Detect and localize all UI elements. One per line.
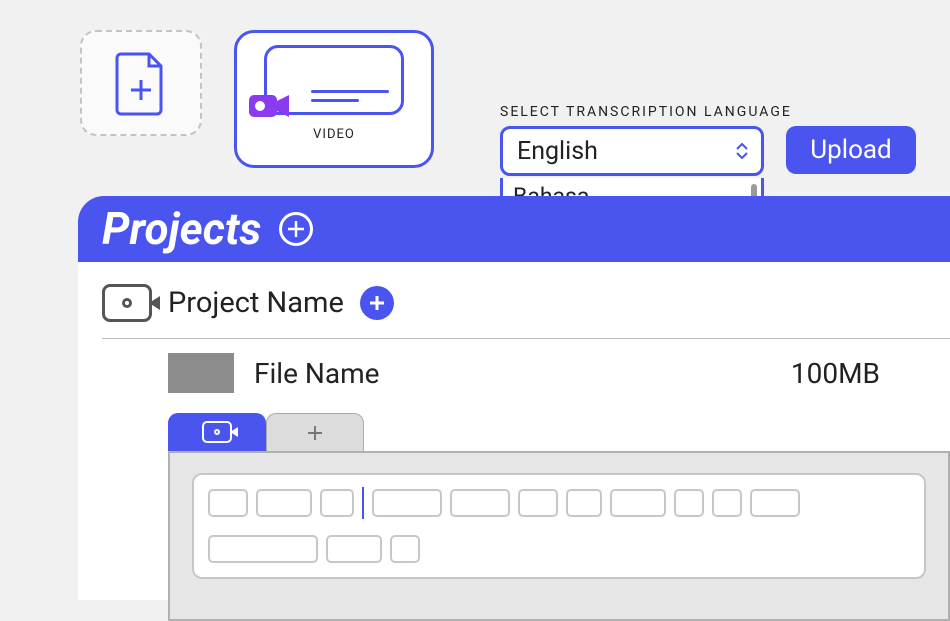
- file-row: File Name 100MB: [78, 339, 950, 401]
- token[interactable]: [712, 489, 742, 517]
- video-card-label: VIDEO: [313, 127, 355, 142]
- add-project-button[interactable]: [279, 212, 313, 246]
- token[interactable]: [750, 489, 800, 517]
- editor-frame: [168, 451, 950, 621]
- camera-icon: [102, 284, 152, 322]
- file-size: 100MB: [791, 357, 880, 390]
- video-project-card[interactable]: VIDEO: [234, 30, 434, 168]
- updown-icon: [735, 143, 749, 159]
- token[interactable]: [610, 489, 666, 517]
- upload-button[interactable]: Upload: [786, 126, 916, 174]
- token[interactable]: [320, 489, 354, 517]
- token[interactable]: [390, 535, 420, 563]
- language-selector-label: SELECT TRANSCRIPTION LANGUAGE: [500, 104, 792, 120]
- token[interactable]: [326, 535, 382, 563]
- token[interactable]: [674, 489, 704, 517]
- upload-button-label: Upload: [810, 135, 891, 165]
- tab-add[interactable]: [266, 413, 364, 451]
- file-name: File Name: [254, 357, 771, 390]
- token-row: [208, 489, 910, 563]
- token[interactable]: [518, 489, 558, 517]
- editor-tabs: [168, 413, 950, 451]
- file-plus-icon: [113, 50, 169, 116]
- plus-icon: [306, 424, 324, 442]
- project-name: Project Name: [168, 286, 344, 320]
- video-screen-shape: [264, 45, 404, 115]
- token[interactable]: [450, 489, 510, 517]
- video-text-lines: [311, 84, 389, 102]
- plus-icon: [287, 220, 305, 238]
- transcript-editor[interactable]: [192, 473, 926, 579]
- language-selector-group: SELECT TRANSCRIPTION LANGUAGE English Ba…: [500, 104, 792, 176]
- token[interactable]: [256, 489, 312, 517]
- text-cursor: [362, 487, 364, 519]
- token[interactable]: [372, 489, 442, 517]
- projects-title: Projects: [102, 203, 261, 255]
- token[interactable]: [208, 489, 248, 517]
- add-file-button[interactable]: [360, 286, 394, 320]
- token[interactable]: [208, 535, 318, 563]
- main-panel: Project Name File Name 100MB: [78, 262, 950, 600]
- camera-icon: [202, 421, 232, 443]
- file-thumbnail: [168, 353, 234, 393]
- token[interactable]: [566, 489, 602, 517]
- language-select[interactable]: English: [500, 126, 764, 176]
- plus-icon: [369, 295, 385, 311]
- project-row: Project Name: [78, 262, 950, 338]
- tab-video[interactable]: [168, 413, 266, 451]
- projects-header: Projects: [78, 196, 950, 262]
- video-camera-icon: [247, 89, 291, 123]
- language-selected-value: English: [517, 137, 598, 166]
- new-project-card[interactable]: [80, 30, 202, 136]
